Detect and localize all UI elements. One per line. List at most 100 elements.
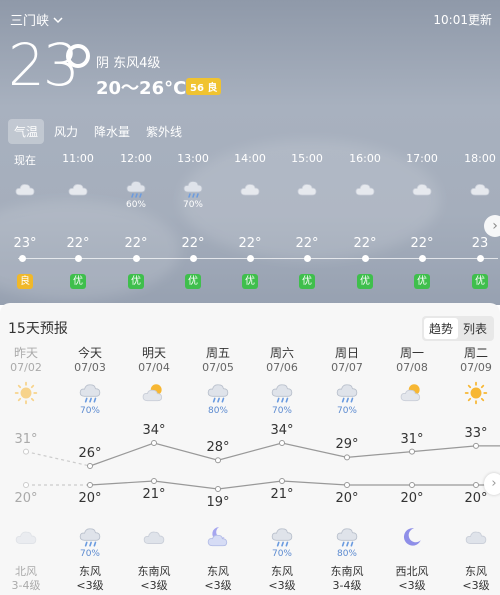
toggle-trend[interactable]: 趋势 — [423, 318, 458, 339]
night-precip: 70% — [271, 549, 292, 559]
day-high-temp: 28° — [206, 440, 230, 456]
wind-info: 东风 <3级 — [186, 565, 250, 593]
hourly-item: 14:00 22° 优 — [225, 152, 275, 289]
cloud-icon — [15, 184, 35, 196]
hourly-precip: 60% — [125, 200, 146, 210]
tab-3[interactable]: 紫外线 — [140, 119, 188, 144]
day-low-temp: 21° — [270, 487, 294, 502]
aqi-badge[interactable]: 56 良 — [186, 78, 222, 95]
moon-cloud-icon — [207, 527, 228, 547]
high-point — [151, 440, 157, 446]
scroll-right-button[interactable]: › — [484, 215, 500, 237]
day-icon — [444, 380, 500, 406]
low-point — [151, 478, 157, 484]
hourly-time: 15:00 — [291, 152, 323, 165]
day-date: 07/03 — [74, 361, 106, 374]
wind-direction: 东风 — [207, 565, 229, 578]
wind-info: 东风 <3级 — [58, 565, 122, 593]
wind-level: 3-4级 — [332, 579, 362, 592]
high-point — [215, 457, 221, 464]
hourly-aqi-badge: 优 — [128, 274, 144, 289]
day-date: 07/09 — [460, 361, 492, 374]
current-weather-section: 三门峡 10:01更新 23 阴 东风4级 20～26°C 56 良 气温 风力降… — [0, 0, 500, 305]
day-date: 07/02 — [10, 361, 42, 374]
day-high-temp: 26° — [78, 446, 102, 461]
forecast-day[interactable]: 周五 07/05 80% — [186, 344, 250, 418]
forecast-day[interactable]: 周六 07/06 70% — [250, 344, 314, 418]
night-icon — [122, 525, 186, 549]
toggle-list[interactable]: 列表 — [458, 318, 492, 339]
forecast-day[interactable]: 周一 07/08 — [380, 344, 444, 418]
day-low-temp: 20° — [78, 491, 102, 506]
forecast-day[interactable]: 今天 07/03 70% — [58, 344, 122, 418]
night-icon — [315, 525, 379, 549]
day-high-temp: 34° — [142, 423, 166, 438]
hourly-temp-dot — [477, 255, 484, 262]
wind-level: <3级 — [462, 579, 490, 592]
night-icon — [0, 525, 58, 549]
day-low-temp: 19° — [206, 495, 230, 510]
wind-info: 西北风 <3级 — [380, 565, 444, 593]
location-selector[interactable]: 三门峡 — [10, 10, 63, 29]
forecast-day[interactable]: 周日 07/07 70% — [315, 344, 379, 418]
high-point — [344, 454, 350, 461]
day-name: 周二 — [463, 346, 488, 360]
update-time: 10:01更新 — [433, 13, 492, 27]
day-icon — [58, 380, 122, 406]
tab-2[interactable]: 降水量 — [88, 119, 136, 144]
day-date: 07/06 — [266, 361, 298, 374]
hourly-temp-dot — [362, 255, 369, 262]
hourly-item: 13:00 70% 22° 优 — [168, 152, 218, 289]
day-icon — [186, 380, 250, 406]
day-high-temp: 33° — [464, 425, 488, 441]
day-high-temp: 29° — [335, 437, 359, 453]
day-precip — [444, 406, 500, 418]
day-high-temp: 34° — [270, 423, 294, 438]
day-name: 今天 — [77, 346, 102, 360]
forecast-day[interactable]: 明天 07/04 — [122, 344, 186, 418]
hourly-precip — [282, 200, 332, 212]
hourly-icon — [0, 168, 50, 200]
night-icon — [58, 525, 122, 549]
cloud-icon — [68, 184, 88, 196]
day-precip — [0, 406, 58, 418]
hourly-temp-dot — [133, 255, 140, 262]
day-name: 明天 — [141, 346, 166, 360]
hourly-precip: 70% — [182, 200, 203, 210]
cloud-icon — [240, 184, 260, 196]
tab-1[interactable]: 风力 — [48, 119, 84, 144]
hourly-precip — [455, 200, 500, 212]
day-icon — [315, 380, 379, 406]
night-precip: 80% — [336, 549, 357, 559]
wind-level: <3级 — [76, 579, 104, 592]
hourly-temp: 22° — [295, 236, 319, 251]
hourly-item: 12:00 60% 22° 优 — [111, 152, 161, 289]
hourly-temp: 23 — [471, 236, 489, 251]
hourly-icon — [225, 168, 275, 200]
location-name: 三门峡 — [10, 14, 50, 29]
hourly-precip — [225, 200, 275, 212]
hourly-temp-dot — [304, 255, 311, 262]
low-point — [23, 482, 29, 488]
wind-direction: 北风 — [15, 565, 37, 578]
partly-cloudy-icon — [142, 384, 163, 402]
forecast-day[interactable]: 周二 07/09 — [444, 344, 500, 418]
rain-cloud-icon — [336, 384, 358, 403]
cloud-icon — [15, 531, 37, 544]
forecast-day[interactable]: 昨天 07/02 — [0, 344, 58, 418]
rain-cloud-icon — [79, 528, 101, 547]
cloud-icon — [470, 184, 490, 196]
hourly-precip — [0, 200, 50, 212]
scroll-right-button[interactable]: › — [484, 473, 500, 495]
degree-icon — [66, 44, 90, 68]
hourly-item: 16:00 22° 优 — [340, 152, 390, 289]
hourly-icon — [168, 168, 218, 200]
hourly-aqi-badge: 优 — [242, 274, 258, 289]
low-point — [409, 482, 415, 488]
tab-0[interactable]: 气温 — [8, 119, 45, 144]
high-point — [473, 442, 479, 449]
hourly-item: 18:00 23 优 — [455, 152, 500, 289]
moon-icon — [403, 528, 421, 546]
cloud-icon — [143, 531, 165, 544]
hourly-temp: 22° — [181, 236, 205, 251]
